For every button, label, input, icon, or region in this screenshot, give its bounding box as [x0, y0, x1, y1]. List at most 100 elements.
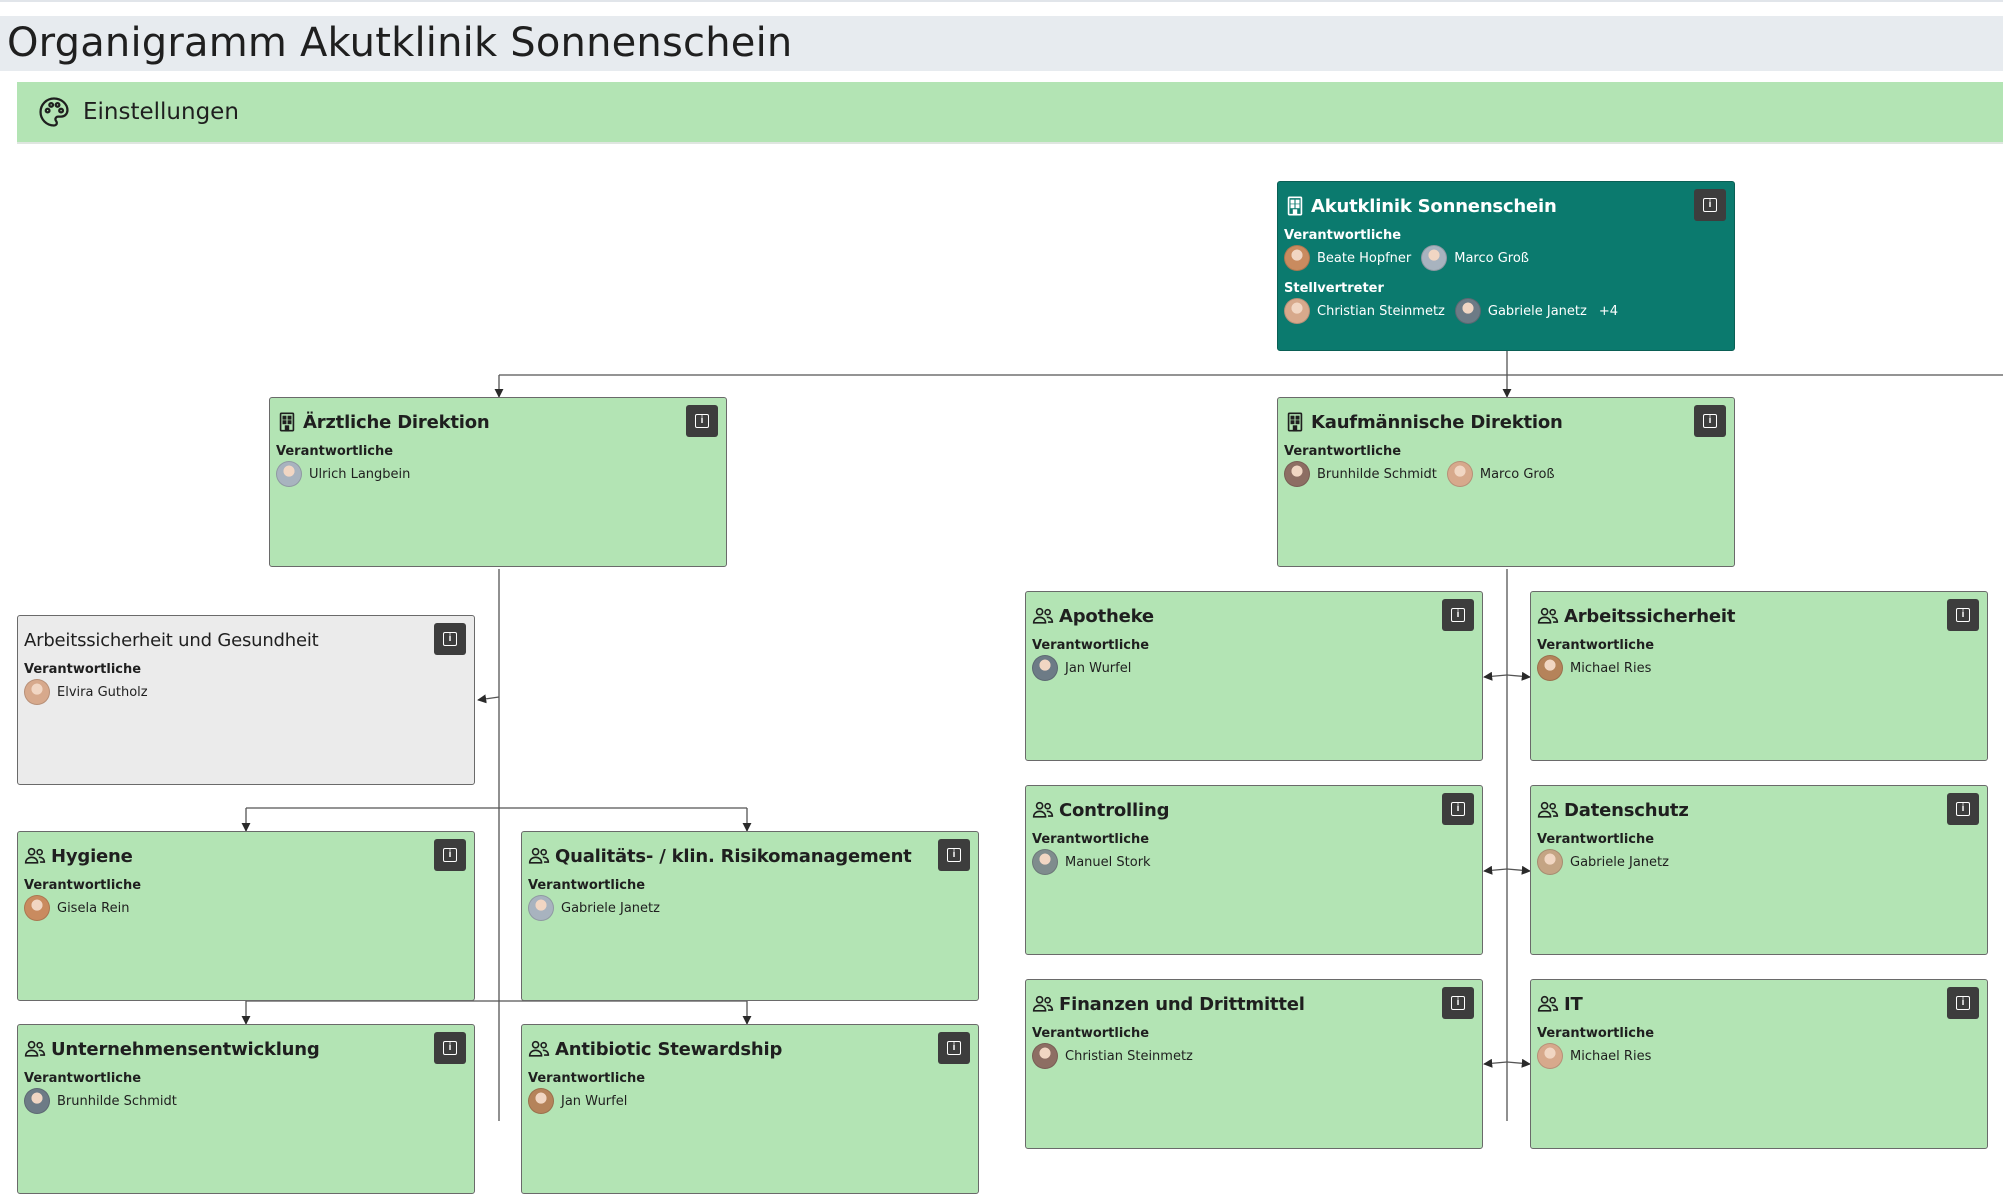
- org-unit-datenschutz[interactable]: Datenschutz i Verantwortliche Gabriele J…: [1530, 785, 1988, 955]
- avatar: [1032, 849, 1058, 875]
- info-button[interactable]: i: [1947, 987, 1979, 1019]
- org-unit-arbsich-ges[interactable]: Arbeitssicherheit und Gesundheit i Veran…: [17, 615, 475, 785]
- org-unit-abs[interactable]: Antibiotic Stewardship i Verantwortliche…: [521, 1024, 979, 1194]
- info-button[interactable]: i: [938, 1032, 970, 1064]
- org-unit-kaufm[interactable]: Kaufmännische Direktion i Verantwortlich…: [1277, 397, 1735, 567]
- avatar: [1032, 1043, 1058, 1069]
- person-brunhilde-schmidt[interactable]: Brunhilde Schmidt: [1284, 461, 1437, 487]
- person-gabriele-janetz[interactable]: Gabriele Janetz: [1454, 298, 1587, 324]
- org-unit-aerztlich[interactable]: Ärztliche Direktion i Verantwortliche Ul…: [269, 397, 727, 567]
- info-icon: i: [1451, 608, 1465, 622]
- person-jan-wurfel[interactable]: Jan Wurfel: [528, 1088, 627, 1114]
- info-button[interactable]: i: [434, 839, 466, 871]
- person-name: Christian Steinmetz: [1065, 1048, 1193, 1064]
- info-icon: i: [1956, 802, 1970, 816]
- info-icon: i: [947, 848, 961, 862]
- person-christian-steinmetz[interactable]: Christian Steinmetz: [1032, 1043, 1193, 1069]
- org-unit-apotheke[interactable]: Apotheke i Verantwortliche Jan Wurfel: [1025, 591, 1483, 761]
- avatar: [1421, 245, 1448, 271]
- person-michael-ries[interactable]: Michael Ries: [1537, 655, 1651, 681]
- person-marco-groß[interactable]: Marco Groß: [1446, 461, 1555, 487]
- info-button[interactable]: i: [1694, 189, 1726, 221]
- person-jan-wurfel[interactable]: Jan Wurfel: [1032, 655, 1131, 681]
- unit-title: Ärztliche Direktion: [303, 411, 490, 433]
- responsible-label: Verantwortliche: [1537, 638, 1655, 653]
- person-ulrich-langbein[interactable]: Ulrich Langbein: [276, 461, 410, 487]
- person-christian-steinmetz[interactable]: Christian Steinmetz: [1284, 298, 1445, 324]
- responsible-list: Brunhilde Schmidt Marco Groß: [1284, 461, 1565, 487]
- responsible-label: Verantwortliche: [276, 444, 394, 459]
- group-icon: [1537, 801, 1559, 818]
- org-unit-controlling[interactable]: Controlling i Verantwortliche Manuel Sto…: [1025, 785, 1483, 955]
- responsible-list: Gabriele Janetz: [1537, 849, 1679, 875]
- person-elvira-gutholz[interactable]: Elvira Gutholz: [24, 679, 148, 705]
- group-icon: [24, 847, 46, 864]
- responsible-label: Verantwortliche: [528, 878, 646, 893]
- info-button[interactable]: i: [1442, 987, 1474, 1019]
- unit-header: Datenschutz: [1537, 798, 1689, 822]
- group-icon: [1032, 995, 1054, 1012]
- unit-title: Akutklinik Sonnenschein: [1311, 195, 1557, 217]
- person-name: Christian Steinmetz: [1317, 303, 1445, 319]
- info-button[interactable]: i: [1694, 405, 1726, 437]
- org-unit-it[interactable]: IT i Verantwortliche Michael Ries: [1530, 979, 1988, 1149]
- info-button[interactable]: i: [1442, 793, 1474, 825]
- deputy-label: Stellvertreter: [1284, 281, 1384, 296]
- person-gabriele-janetz[interactable]: Gabriele Janetz: [528, 895, 660, 921]
- info-button[interactable]: i: [686, 405, 718, 437]
- org-unit-qualitaet[interactable]: Qualitäts- / klin. Risikomanagement i Ve…: [521, 831, 979, 1001]
- responsible-list: Michael Ries: [1537, 655, 1661, 681]
- person-name: Marco Groß: [1479, 466, 1555, 482]
- unit-header: Apotheke: [1032, 604, 1154, 628]
- person-michael-ries[interactable]: Michael Ries: [1537, 1043, 1651, 1069]
- unit-title: Controlling: [1059, 799, 1170, 821]
- org-unit-finanzen[interactable]: Finanzen und Drittmittel i Verantwortlic…: [1025, 979, 1483, 1149]
- responsible-list: Christian Steinmetz: [1032, 1043, 1203, 1069]
- avatar: [1032, 655, 1058, 681]
- person-beate-hopfner[interactable]: Beate Hopfner: [1284, 245, 1411, 271]
- deputy-list: Christian Steinmetz Gabriele Janetz +4: [1284, 298, 1618, 324]
- person-name: Marco Groß: [1454, 250, 1529, 266]
- responsible-list: Brunhilde Schmidt: [24, 1088, 187, 1114]
- person-gabriele-janetz[interactable]: Gabriele Janetz: [1537, 849, 1669, 875]
- org-unit-hygiene[interactable]: Hygiene i Verantwortliche Gisela Rein: [17, 831, 475, 1001]
- unit-title: Qualitäts- / klin. Risikomanagement: [555, 845, 912, 867]
- info-icon: i: [1956, 608, 1970, 622]
- responsible-list: Jan Wurfel: [528, 1088, 637, 1114]
- person-name: Gabriele Janetz: [561, 900, 660, 916]
- responsible-list: Ulrich Langbein: [276, 461, 420, 487]
- info-button[interactable]: i: [434, 623, 466, 655]
- info-button[interactable]: i: [434, 1032, 466, 1064]
- responsible-list: Manuel Stork: [1032, 849, 1161, 875]
- unit-title: Apotheke: [1059, 605, 1154, 627]
- avatar: [1537, 849, 1563, 875]
- person-manuel-stork[interactable]: Manuel Stork: [1032, 849, 1151, 875]
- group-icon: [1537, 607, 1559, 624]
- unit-header: Finanzen und Drittmittel: [1032, 992, 1305, 1016]
- group-icon: [1537, 995, 1559, 1012]
- info-icon: i: [1703, 414, 1717, 428]
- more-deputies-count[interactable]: +4: [1599, 304, 1618, 319]
- avatar: [24, 1088, 50, 1114]
- unit-header: Arbeitssicherheit: [1537, 604, 1735, 628]
- responsible-label: Verantwortliche: [1537, 832, 1655, 847]
- org-unit-arbsich[interactable]: Arbeitssicherheit i Verantwortliche Mich…: [1530, 591, 1988, 761]
- person-brunhilde-schmidt[interactable]: Brunhilde Schmidt: [24, 1088, 177, 1114]
- info-icon: i: [947, 1041, 961, 1055]
- person-name: Michael Ries: [1570, 1048, 1652, 1064]
- person-name: Gisela Rein: [57, 900, 130, 916]
- org-unit-root[interactable]: Akutklinik Sonnenschein i Verantwortlich…: [1277, 181, 1735, 351]
- avatar: [528, 1088, 554, 1114]
- info-button[interactable]: i: [1947, 599, 1979, 631]
- avatar: [24, 679, 50, 705]
- person-gisela-rein[interactable]: Gisela Rein: [24, 895, 129, 921]
- info-button[interactable]: i: [1947, 793, 1979, 825]
- info-button[interactable]: i: [938, 839, 970, 871]
- responsible-list: Elvira Gutholz: [24, 679, 158, 705]
- info-button[interactable]: i: [1442, 599, 1474, 631]
- unit-header: Kaufmännische Direktion: [1284, 410, 1563, 434]
- person-marco-groß[interactable]: Marco Groß: [1421, 245, 1529, 271]
- avatar: [24, 895, 50, 921]
- info-icon: i: [443, 1041, 457, 1055]
- org-unit-unternehmen[interactable]: Unternehmensentwicklung i Verantwortlich…: [17, 1024, 475, 1194]
